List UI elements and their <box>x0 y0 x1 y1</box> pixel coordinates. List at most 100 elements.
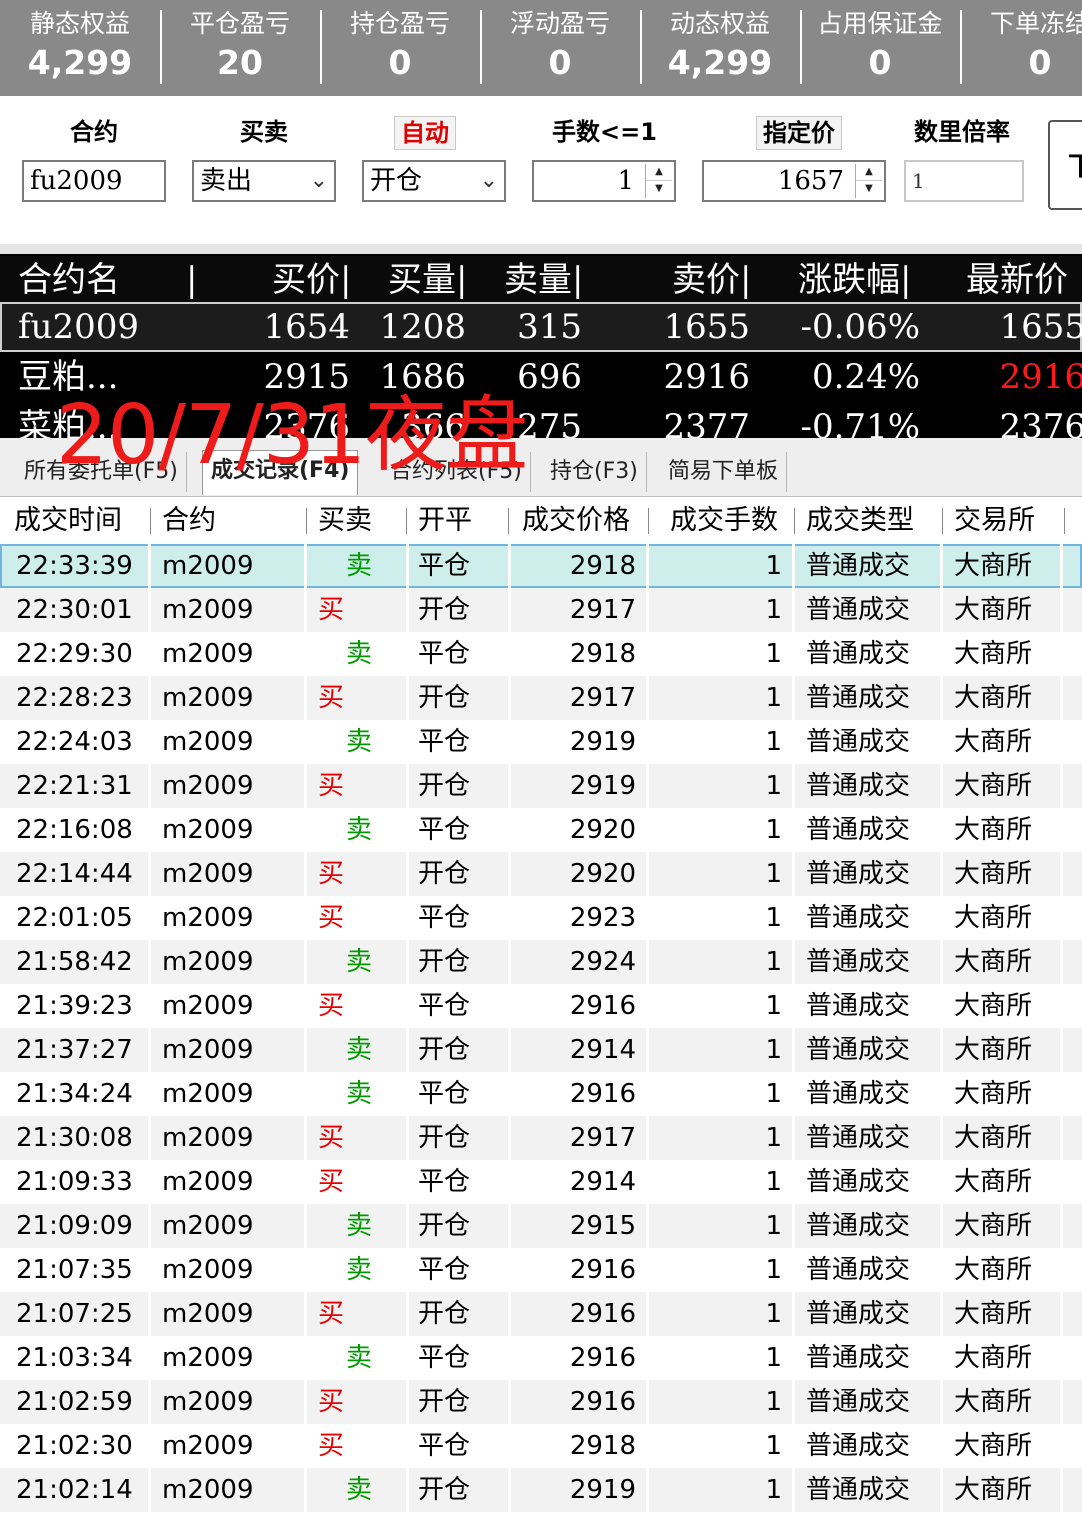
cell-divider <box>646 720 649 764</box>
lots-spinner[interactable]: ▲ ▼ <box>645 164 672 198</box>
table-row[interactable]: 22:16:08 m2009 卖 平仓 2920 1 普通成交 大商所 <box>0 808 1082 852</box>
cell-divider <box>406 808 409 852</box>
col-header-time[interactable]: 成交时间 <box>14 500 122 542</box>
cell-divider <box>792 676 795 720</box>
quote-cell-change: -0.06% <box>800 307 921 347</box>
cell-price: 2916 <box>569 1387 636 1417</box>
cell-divider <box>304 1336 307 1380</box>
direction-select-value: 卖出 <box>200 166 253 196</box>
column-divider[interactable] <box>306 508 307 534</box>
table-row[interactable]: 21:07:25 m2009 买 开仓 2916 1 普通成交 大商所 <box>0 1292 1082 1336</box>
spin-down-icon[interactable]: ▼ <box>646 181 672 197</box>
quote-cell-last: 2916 <box>999 357 1082 397</box>
cell-divider <box>940 764 943 808</box>
cell-time: 21:37:27 <box>16 1035 133 1065</box>
column-divider[interactable] <box>150 508 151 534</box>
table-row[interactable]: 21:09:09 m2009 卖 开仓 2915 1 普通成交 大商所 <box>0 1204 1082 1248</box>
table-row[interactable]: 21:02:30 m2009 买 平仓 2918 1 普通成交 大商所 <box>0 1424 1082 1468</box>
cell-price: 2916 <box>569 1255 636 1285</box>
summary-label: 平仓盈亏 <box>189 9 290 38</box>
table-row[interactable]: 21:02:14 m2009 卖 开仓 2919 1 普通成交 大商所 <box>0 1468 1082 1512</box>
quote-row[interactable]: fu2009 1654 1208 315 1655 -0.06% 1655 <box>0 302 1082 352</box>
price-spinner[interactable]: ▲ ▼ <box>855 164 882 198</box>
cell-time: 22:29:30 <box>16 639 133 669</box>
table-row[interactable]: 22:24:03 m2009 卖 平仓 2919 1 普通成交 大商所 <box>0 720 1082 764</box>
table-row[interactable]: 22:21:31 m2009 买 开仓 2919 1 普通成交 大商所 <box>0 764 1082 808</box>
table-row[interactable]: 21:02:59 m2009 买 开仓 2916 1 普通成交 大商所 <box>0 1380 1082 1424</box>
place-order-button[interactable]: 下 <box>1048 120 1082 210</box>
cell-side: 买 <box>318 1167 345 1197</box>
cell-exchange: 大商所 <box>954 947 1033 977</box>
tab-positions[interactable]: 持仓(F3) <box>542 452 647 492</box>
summary-value: 20 <box>217 43 263 82</box>
cell-offset: 开仓 <box>418 1475 471 1505</box>
auto-toggle[interactable]: 自动 <box>394 116 456 150</box>
table-row[interactable]: 22:33:39 m2009 卖 平仓 2918 1 普通成交 大商所 <box>0 544 1082 588</box>
table-row[interactable]: 22:29:30 m2009 卖 平仓 2918 1 普通成交 大商所 <box>0 632 1082 676</box>
cell-divider <box>940 984 943 1028</box>
direction-select[interactable]: 卖出 ⌄ <box>192 160 336 202</box>
table-row[interactable]: 22:01:05 m2009 买 平仓 2923 1 普通成交 大商所 <box>0 896 1082 940</box>
spin-up-icon[interactable]: ▲ <box>856 164 882 181</box>
table-row[interactable]: 21:39:23 m2009 买 平仓 2916 1 普通成交 大商所 <box>0 984 1082 1028</box>
column-divider[interactable] <box>942 508 943 534</box>
cell-lots: 1 <box>765 683 782 713</box>
table-row[interactable]: 21:37:27 m2009 卖 开仓 2914 1 普通成交 大商所 <box>0 1028 1082 1072</box>
cell-side: 卖 <box>346 1255 373 1285</box>
cell-divider <box>304 1116 307 1160</box>
cell-side: 卖 <box>346 727 373 757</box>
cell-divider <box>304 852 307 896</box>
table-row[interactable]: 22:14:44 m2009 买 开仓 2920 1 普通成交 大商所 <box>0 852 1082 896</box>
quote-header-bid: 买价| <box>272 260 352 300</box>
cell-divider <box>148 808 151 852</box>
table-row[interactable]: 21:58:42 m2009 卖 开仓 2924 1 普通成交 大商所 <box>0 940 1082 984</box>
cell-divider <box>792 896 795 940</box>
offset-select[interactable]: 开仓 ⌄ <box>362 160 506 202</box>
cell-divider <box>646 1468 649 1512</box>
contract-input[interactable]: fu2009 <box>22 160 166 202</box>
specified-price-toggle[interactable]: 指定价 <box>756 116 842 150</box>
chevron-down-icon[interactable]: ⌄ <box>310 162 328 200</box>
cell-time: 21:02:59 <box>16 1387 133 1417</box>
col-header-side[interactable]: 买卖 <box>318 500 372 542</box>
column-divider[interactable] <box>508 508 509 534</box>
tab-simple-order[interactable]: 简易下单板 <box>660 452 788 492</box>
cell-divider <box>406 940 409 984</box>
lots-stepper[interactable]: 1 ▲ ▼ <box>532 160 676 202</box>
col-header-exchange[interactable]: 交易所 <box>954 500 1035 542</box>
cell-divider <box>304 1380 307 1424</box>
column-divider[interactable] <box>406 508 407 534</box>
col-header-price[interactable]: 成交价格 <box>522 500 630 542</box>
cell-price: 2914 <box>569 1167 636 1197</box>
cell-offset: 开仓 <box>418 1035 471 1065</box>
col-header-contract[interactable]: 合约 <box>162 500 216 542</box>
chevron-down-icon[interactable]: ⌄ <box>480 162 498 200</box>
summary-value: 0 <box>548 43 572 82</box>
col-header-lots[interactable]: 成交手数 <box>670 500 778 542</box>
quote-header-ask-label: 卖价 <box>672 260 740 300</box>
table-row[interactable]: 21:07:35 m2009 卖 平仓 2916 1 普通成交 大商所 <box>0 1248 1082 1292</box>
column-divider[interactable] <box>648 508 649 534</box>
cell-divider <box>406 1424 409 1468</box>
cell-exchange: 大商所 <box>954 1123 1033 1153</box>
spin-down-icon[interactable]: ▼ <box>856 181 882 197</box>
table-row[interactable]: 21:09:33 m2009 买 平仓 2914 1 普通成交 大商所 <box>0 1160 1082 1204</box>
cell-contract: m2009 <box>162 595 254 625</box>
price-stepper[interactable]: 1657 ▲ ▼ <box>702 160 886 202</box>
col-header-offset[interactable]: 开平 <box>418 500 472 542</box>
column-divider[interactable] <box>1064 508 1065 534</box>
table-row[interactable]: 22:30:01 m2009 买 开仓 2917 1 普通成交 大商所 <box>0 588 1082 632</box>
multiplier-input[interactable]: 1 <box>904 160 1024 202</box>
table-row[interactable]: 22:28:23 m2009 买 开仓 2917 1 普通成交 大商所 <box>0 676 1082 720</box>
table-row[interactable]: 21:34:24 m2009 卖 平仓 2916 1 普通成交 大商所 <box>0 1072 1082 1116</box>
summary-value: 0 <box>388 43 412 82</box>
table-row[interactable]: 21:03:34 m2009 卖 平仓 2916 1 普通成交 大商所 <box>0 1336 1082 1380</box>
cell-divider <box>940 1204 943 1248</box>
spin-up-icon[interactable]: ▲ <box>646 164 672 181</box>
column-divider[interactable] <box>794 508 795 534</box>
multiplier-input-value: 1 <box>912 169 925 193</box>
table-row[interactable]: 21:30:08 m2009 买 开仓 2917 1 普通成交 大商所 <box>0 1116 1082 1160</box>
col-header-type[interactable]: 成交类型 <box>806 500 914 542</box>
cell-lots: 1 <box>765 947 782 977</box>
cell-divider <box>646 896 649 940</box>
